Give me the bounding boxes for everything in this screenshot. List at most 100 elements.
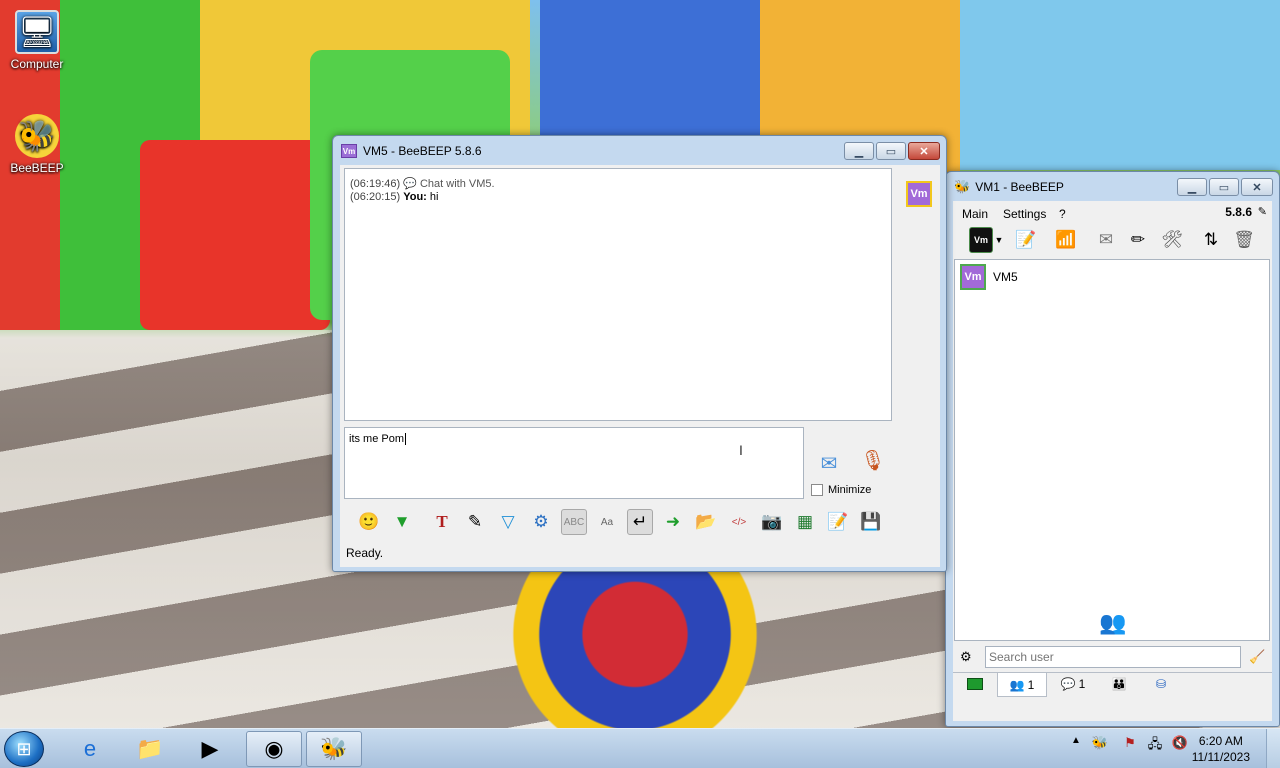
clock-time: 6:20 AM xyxy=(1198,734,1243,748)
clock-date: 11/11/2023 xyxy=(1191,750,1250,764)
message-input[interactable]: its me Pom I xyxy=(344,427,804,499)
chat-titlebar: Vm VM5 - BeeBEEP 5.8.6 ▁ ▭ ✕ xyxy=(333,136,946,166)
emoticon-icon[interactable]: 🙂 xyxy=(356,509,382,535)
desktop-icon-label: BeeBEEP xyxy=(10,161,64,175)
notes-icon[interactable]: 📝 xyxy=(825,509,851,535)
status-avatar-icon[interactable]: Vm xyxy=(969,227,993,253)
network-icon[interactable]: 🖧 xyxy=(1145,735,1165,757)
show-hidden-icons-icon[interactable]: ▲ xyxy=(1066,735,1086,746)
share-icon: ⛁ xyxy=(1155,677,1167,691)
close-button[interactable]: ✕ xyxy=(908,142,940,160)
tab-bar: 👥 1 💬 1 👪 ⛁ xyxy=(953,672,1272,698)
computer-icon: 🖥 xyxy=(15,10,59,54)
user-item-vm5[interactable]: Vm VM5 xyxy=(960,264,1018,290)
edit-profile-icon[interactable]: 📝 xyxy=(1013,227,1039,253)
chat-panel: (06:19:46) 💬 Chat with VM5. (06:20:15) Y… xyxy=(340,165,940,567)
main-panel: Main Settings ? 5.8.6 ✎ Vm ▼ 📝 📶 ✉ ✏ 🛠 ⇅… xyxy=(953,201,1272,721)
close-button[interactable]: ✕ xyxy=(1241,178,1273,196)
color-palette-icon[interactable]: ✎ xyxy=(462,509,488,535)
font-icon[interactable]: T xyxy=(429,509,455,535)
volume-muted-icon[interactable]: 🔇 xyxy=(1170,735,1190,751)
version-label: 5.8.6 xyxy=(1225,205,1252,219)
message-icon[interactable]: ✉ xyxy=(1093,227,1119,253)
text-cursor xyxy=(405,433,407,445)
users-icon: 👥 xyxy=(1009,677,1025,692)
code-icon[interactable]: </> xyxy=(726,509,752,535)
maximize-button[interactable]: ▭ xyxy=(1209,178,1239,196)
chat-icon: 💬 xyxy=(1060,677,1076,691)
green-arrow-icon[interactable]: ▼ xyxy=(389,509,415,535)
tools-icon[interactable]: 🛠 xyxy=(1159,227,1185,253)
file-explorer-icon[interactable]: 📁 xyxy=(122,731,178,767)
send-icon[interactable]: ✉ xyxy=(812,449,846,477)
chat-bubble-icon: 💬 xyxy=(403,178,417,190)
show-desktop-button[interactable] xyxy=(1266,729,1280,768)
media-player-icon[interactable]: ▶ xyxy=(182,731,238,767)
maximize-button[interactable]: ▭ xyxy=(876,142,906,160)
status-text: Ready. xyxy=(346,546,384,560)
clear-search-icon[interactable]: 🧹 xyxy=(1249,649,1265,665)
search-user-input[interactable] xyxy=(985,646,1241,668)
message-row: (06:19:46) 💬 Chat with VM5. xyxy=(350,178,886,191)
message-row: (06:20:15) You: hi xyxy=(350,191,886,204)
tab-screen[interactable] xyxy=(955,673,995,695)
chat-window: Vm VM5 - BeeBEEP 5.8.6 ▁ ▭ ✕ (06:19:46) … xyxy=(332,135,947,572)
terminal-icon[interactable]: ▦ xyxy=(792,509,818,535)
tab-chats[interactable]: 💬 1 xyxy=(1049,673,1097,695)
microphone-icon[interactable]: 🎙 xyxy=(860,447,886,473)
filter-icon[interactable]: ⚙ xyxy=(960,649,972,665)
update-arrows-icon[interactable]: ⇅ xyxy=(1198,227,1224,253)
word-completion-icon[interactable]: Aa xyxy=(594,509,620,535)
filter-icon[interactable]: ▽ xyxy=(495,509,521,535)
app-icon: Vm xyxy=(341,144,357,158)
network-icon[interactable]: 📶 xyxy=(1053,227,1079,253)
desktop-icon-beebeep[interactable]: 🐝 BeeBEEP xyxy=(1,114,73,175)
beebeep-taskbar-icon[interactable]: 🐝 xyxy=(306,731,362,767)
i-beam-cursor-icon: I xyxy=(739,442,743,458)
screenshot-icon[interactable]: 📷 xyxy=(759,509,785,535)
window-title: VM1 - BeeBEEP xyxy=(975,180,1064,194)
chat-toolbar: 🙂 ▼ T ✎ ▽ ⚙ ABC Aa ↵ ➜ 📂 </> 📷 ▦ 📝 💾 xyxy=(354,509,894,539)
menu-help[interactable]: ? xyxy=(1059,207,1066,221)
menu-settings[interactable]: Settings xyxy=(1003,207,1046,221)
enter-send-icon[interactable]: ↵ xyxy=(627,509,653,535)
message-sender: You: xyxy=(403,191,427,203)
update-icon[interactable]: ✎ xyxy=(1258,205,1267,218)
file-send-icon[interactable]: ➜ xyxy=(660,509,686,535)
save-icon[interactable]: 💾 xyxy=(858,509,884,535)
trash-icon[interactable]: 🗑 xyxy=(1231,227,1257,253)
write-icon[interactable]: ✏ xyxy=(1125,227,1151,253)
minimize-button[interactable]: ▁ xyxy=(844,142,874,160)
bee-tray-icon[interactable]: 🐝 xyxy=(1090,735,1110,751)
window-title: VM5 - BeeBEEP 5.8.6 xyxy=(363,144,482,158)
chrome-icon[interactable]: ◉ xyxy=(246,731,302,767)
message-time: (06:19:46) xyxy=(350,178,401,190)
screen-icon xyxy=(967,678,983,690)
user-name: VM5 xyxy=(993,270,1018,284)
desktop-icon-computer[interactable]: 🖥 Computer xyxy=(1,10,73,71)
groups-icon: 👪 xyxy=(1111,677,1127,691)
tab-share[interactable]: ⛁ xyxy=(1141,673,1181,695)
start-button[interactable]: ⊞ xyxy=(4,731,44,767)
folder-send-icon[interactable]: 📂 xyxy=(693,509,719,535)
internet-explorer-icon[interactable]: e xyxy=(62,731,118,767)
settings-gear-icon[interactable]: ⚙ xyxy=(528,509,554,535)
menu-main[interactable]: Main xyxy=(962,207,988,221)
tab-users[interactable]: 👥 1 xyxy=(997,673,1047,697)
action-center-icon[interactable]: ⚑ xyxy=(1120,735,1140,751)
clock[interactable]: 6:20 AM 11/11/2023 xyxy=(1192,733,1250,765)
user-list: Vm VM5 👥 xyxy=(954,259,1270,641)
users-icon: 👥 xyxy=(1099,610,1127,635)
message-time: (06:20:15) xyxy=(350,191,401,203)
desktop-icon-label: Computer xyxy=(10,57,64,71)
chat-avatar[interactable]: Vm xyxy=(906,181,932,207)
main-window: 🐝 VM1 - BeeBEEP ▁ ▭ ✕ Main Settings ? 5.… xyxy=(945,171,1280,727)
chevron-down-icon[interactable]: ▼ xyxy=(993,227,1005,253)
message-text: Chat with VM5. xyxy=(419,178,495,190)
main-titlebar: 🐝 VM1 - BeeBEEP ▁ ▭ ✕ xyxy=(946,172,1279,202)
spellcheck-icon[interactable]: ABC xyxy=(561,509,587,535)
bee-icon: 🐝 xyxy=(15,114,59,158)
tab-groups[interactable]: 👪 xyxy=(1099,673,1139,695)
minimize-button[interactable]: ▁ xyxy=(1177,178,1207,196)
minimize-checkbox[interactable] xyxy=(811,484,823,496)
